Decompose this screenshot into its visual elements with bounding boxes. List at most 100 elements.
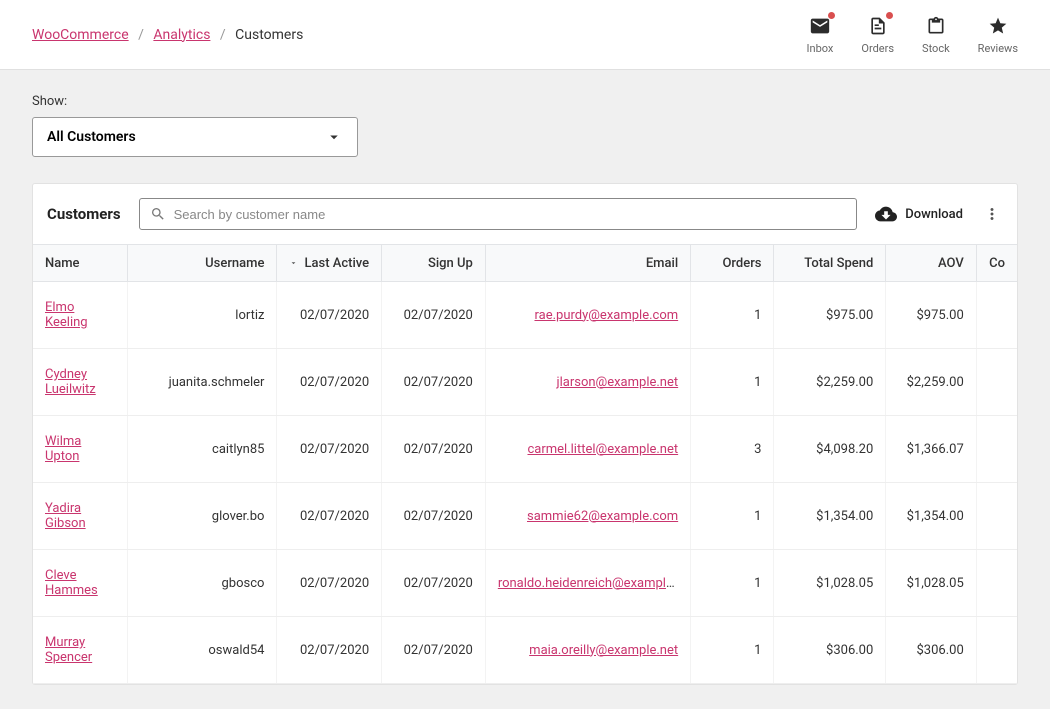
table-row: Elmo Keeling lortiz 02/07/2020 02/07/202… xyxy=(33,282,1017,349)
customer-email-link[interactable]: jlarson@example.net xyxy=(556,375,678,390)
inbox-label: Inbox xyxy=(807,42,834,55)
cell-spend: $306.00 xyxy=(774,617,886,684)
cell-email: ronaldo.heidenreich@example.com xyxy=(485,550,690,617)
header-actions: Inbox Orders Stock Reviews xyxy=(807,14,1018,55)
cell-name: Cydney Lueilwitz xyxy=(33,349,128,416)
customer-name-link[interactable]: Yadira Gibson xyxy=(45,501,86,531)
breadcrumb-woocommerce[interactable]: WooCommerce xyxy=(32,27,129,43)
col-last-active[interactable]: Last Active xyxy=(277,245,382,282)
reviews-icon xyxy=(986,14,1010,38)
cell-spend: $4,098.20 xyxy=(774,416,886,483)
cell-spend: $975.00 xyxy=(774,282,886,349)
col-signup[interactable]: Sign Up xyxy=(382,245,486,282)
search-input[interactable] xyxy=(174,207,847,222)
cell-aov: $306.00 xyxy=(886,617,976,684)
cell-aov: $1,354.00 xyxy=(886,483,976,550)
customer-name-link[interactable]: Cleve Hammes xyxy=(45,568,98,598)
cell-aov: $1,028.05 xyxy=(886,550,976,617)
customer-email-link[interactable]: rae.purdy@example.com xyxy=(534,308,678,323)
cell-orders: 3 xyxy=(691,416,774,483)
app-header: WooCommerce / Analytics / Customers Inbo… xyxy=(0,0,1050,70)
stock-button[interactable]: Stock xyxy=(922,14,950,55)
download-button[interactable]: Download xyxy=(875,203,963,225)
cell-co xyxy=(976,550,1017,617)
cell-co xyxy=(976,617,1017,684)
cell-signup: 02/07/2020 xyxy=(382,483,486,550)
cell-orders: 1 xyxy=(691,550,774,617)
reviews-label: Reviews xyxy=(978,42,1018,55)
customer-email-link[interactable]: carmel.littel@example.net xyxy=(527,442,678,457)
col-name[interactable]: Name xyxy=(33,245,128,282)
customer-email-link[interactable]: maia.oreilly@example.net xyxy=(529,643,678,658)
cell-name: Wilma Upton xyxy=(33,416,128,483)
notification-dot xyxy=(828,12,835,19)
stock-icon xyxy=(924,14,948,38)
cell-username: caitlyn85 xyxy=(128,416,277,483)
customer-name-link[interactable]: Murray Spencer xyxy=(45,635,92,665)
cell-orders: 1 xyxy=(691,617,774,684)
cell-email: rae.purdy@example.com xyxy=(485,282,690,349)
cell-signup: 02/07/2020 xyxy=(382,550,486,617)
table-toolbar: Customers Download xyxy=(33,184,1017,244)
orders-button[interactable]: Orders xyxy=(861,14,894,55)
search-input-wrap[interactable] xyxy=(139,198,858,230)
main-content: Show: All Customers Customers Download xyxy=(0,70,1050,709)
inbox-button[interactable]: Inbox xyxy=(807,14,834,55)
cell-username: oswald54 xyxy=(128,617,277,684)
table-options-button[interactable] xyxy=(981,203,1003,225)
cell-name: Murray Spencer xyxy=(33,617,128,684)
cell-spend: $1,354.00 xyxy=(774,483,886,550)
cell-co xyxy=(976,416,1017,483)
table-header-row: Name Username Last Active Sign Up Email … xyxy=(33,245,1017,282)
reviews-button[interactable]: Reviews xyxy=(978,14,1018,55)
table-row: Cydney Lueilwitz juanita.schmeler 02/07/… xyxy=(33,349,1017,416)
customer-email-link[interactable]: ronaldo.heidenreich@example.com xyxy=(498,576,691,591)
col-orders[interactable]: Orders xyxy=(691,245,774,282)
cell-co xyxy=(976,483,1017,550)
cell-signup: 02/07/2020 xyxy=(382,617,486,684)
cloud-download-icon xyxy=(875,203,897,225)
cell-aov: $2,259.00 xyxy=(886,349,976,416)
cell-orders: 1 xyxy=(691,282,774,349)
customer-email-link[interactable]: sammie62@example.com xyxy=(527,509,678,524)
filter-label: Show: xyxy=(32,94,1018,109)
kebab-icon xyxy=(983,205,1001,223)
col-last-active-label: Last Active xyxy=(304,256,369,271)
cell-last-active: 02/07/2020 xyxy=(277,349,382,416)
col-username[interactable]: Username xyxy=(128,245,277,282)
table-row: Cleve Hammes gbosco 02/07/2020 02/07/202… xyxy=(33,550,1017,617)
col-co[interactable]: Co xyxy=(976,245,1017,282)
customer-name-link[interactable]: Elmo Keeling xyxy=(45,300,88,330)
inbox-icon xyxy=(808,14,832,38)
cell-aov: $1,366.07 xyxy=(886,416,976,483)
breadcrumb-analytics[interactable]: Analytics xyxy=(153,27,210,43)
cell-name: Cleve Hammes xyxy=(33,550,128,617)
cell-signup: 02/07/2020 xyxy=(382,416,486,483)
cell-email: carmel.littel@example.net xyxy=(485,416,690,483)
cell-email: jlarson@example.net xyxy=(485,349,690,416)
cell-username: juanita.schmeler xyxy=(128,349,277,416)
col-email[interactable]: Email xyxy=(485,245,690,282)
chevron-down-icon xyxy=(325,128,343,146)
table-row: Wilma Upton caitlyn85 02/07/2020 02/07/2… xyxy=(33,416,1017,483)
cell-username: gbosco xyxy=(128,550,277,617)
table-title: Customers xyxy=(47,205,121,223)
search-icon xyxy=(150,206,166,222)
cell-email: maia.oreilly@example.net xyxy=(485,617,690,684)
customer-name-link[interactable]: Wilma Upton xyxy=(45,434,81,464)
col-total-spend[interactable]: Total Spend xyxy=(774,245,886,282)
cell-username: glover.bo xyxy=(128,483,277,550)
cell-last-active: 02/07/2020 xyxy=(277,617,382,684)
chevron-down-icon xyxy=(289,255,298,271)
col-aov[interactable]: AOV xyxy=(886,245,976,282)
cell-co xyxy=(976,349,1017,416)
customer-name-link[interactable]: Cydney Lueilwitz xyxy=(45,367,96,397)
cell-co xyxy=(976,282,1017,349)
breadcrumb-current: Customers xyxy=(235,27,303,43)
cell-aov: $975.00 xyxy=(886,282,976,349)
notification-dot xyxy=(886,12,893,19)
cell-username: lortiz xyxy=(128,282,277,349)
filter-select[interactable]: All Customers xyxy=(32,117,358,157)
cell-signup: 02/07/2020 xyxy=(382,282,486,349)
cell-signup: 02/07/2020 xyxy=(382,349,486,416)
